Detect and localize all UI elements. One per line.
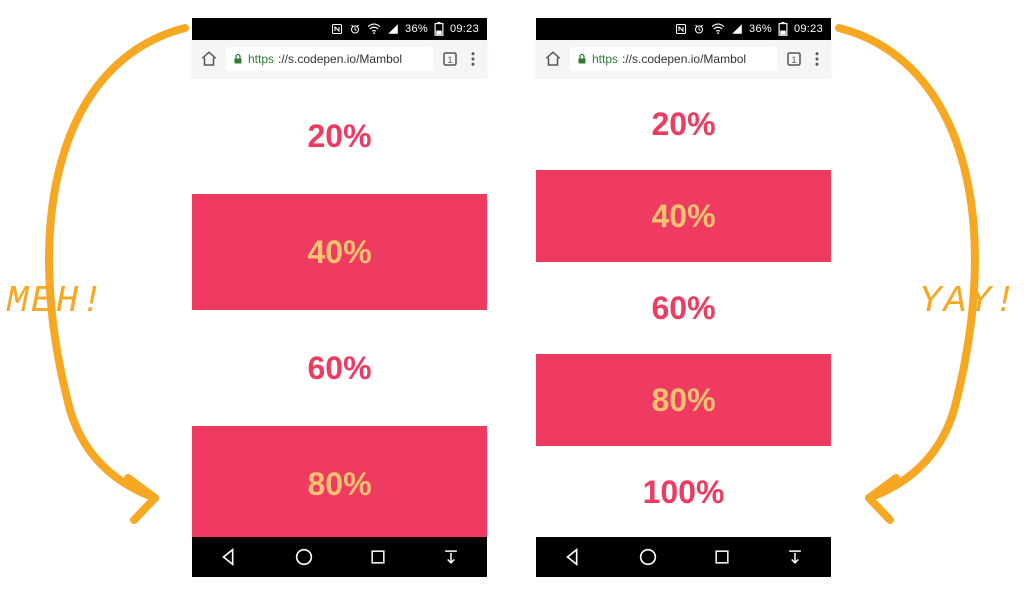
url-rest: ://s.codepen.io/Mambol [622,52,746,66]
address-bar: https ://s.codepen.io/Mambol 1 [536,40,831,78]
phone-left: 36% 09:23 https://s.codepen.io/Mambol 1 … [192,18,487,538]
label-meh: MEH! [6,280,105,323]
clock-time: 09:23 [794,23,823,35]
nfc-icon [675,23,687,35]
wifi-icon [367,23,381,35]
row-80: 80% [192,426,487,538]
url-field[interactable]: https ://s.codepen.io/Mambol [226,47,433,71]
alarm-icon [349,23,361,35]
status-bar: 36% 09:23 [192,18,487,40]
overview-icon[interactable] [712,547,732,567]
svg-text:1: 1 [447,54,452,64]
battery-pct: 36% [405,23,428,35]
home-nav-icon[interactable] [637,546,659,568]
battery-icon [778,22,788,36]
row-100: 100% [536,446,831,536]
phone-right: 36% 09:23 https://s.codepen.io/Mambol 1 … [536,18,831,536]
row-40: 40% [192,194,487,310]
address-bar: https ://s.codepen.io/Mambol 1 [192,40,487,78]
overview-icon[interactable] [368,547,388,567]
lock-icon [232,53,244,65]
dropdown-nav-icon[interactable] [785,546,805,568]
url-scheme: https [592,52,618,66]
row-60: 60% [536,262,831,354]
tab-count-icon[interactable]: 1 [785,50,803,68]
url-scheme: https [248,52,274,66]
alarm-icon [693,23,705,35]
back-icon[interactable] [562,546,584,568]
menu-icon[interactable] [811,50,823,68]
row-20: 20% [536,78,831,170]
home-icon[interactable] [200,50,218,68]
tab-count-icon[interactable]: 1 [441,50,459,68]
svg-text:1: 1 [791,54,796,64]
home-icon[interactable] [544,50,562,68]
dropdown-nav-icon[interactable] [441,546,461,568]
row-80: 80% [536,354,831,446]
android-nav-bar [536,537,831,577]
url-rest: ://s.codepen.io/Mambol [278,52,402,66]
status-bar: 36% 09:23 [536,18,831,40]
nfc-icon [331,23,343,35]
label-yay: YAY! [919,280,1018,323]
clock-time: 09:23 [450,23,479,35]
viewport-left: 20% 40% 60% 80% 100% [192,78,487,538]
viewport-right: 20% 40% 60% 80% 100% [536,78,831,536]
signal-icon [731,23,743,35]
android-nav-bar [192,537,487,577]
row-60: 60% [192,310,487,426]
url-field[interactable]: https ://s.codepen.io/Mambol [570,47,777,71]
home-nav-icon[interactable] [293,546,315,568]
signal-icon [387,23,399,35]
wifi-icon [711,23,725,35]
row-40: 40% [536,170,831,262]
battery-pct: 36% [749,23,772,35]
menu-icon[interactable] [467,50,479,68]
lock-icon [576,53,588,65]
battery-icon [434,22,444,36]
back-icon[interactable] [218,546,240,568]
row-20: 20% [192,78,487,194]
